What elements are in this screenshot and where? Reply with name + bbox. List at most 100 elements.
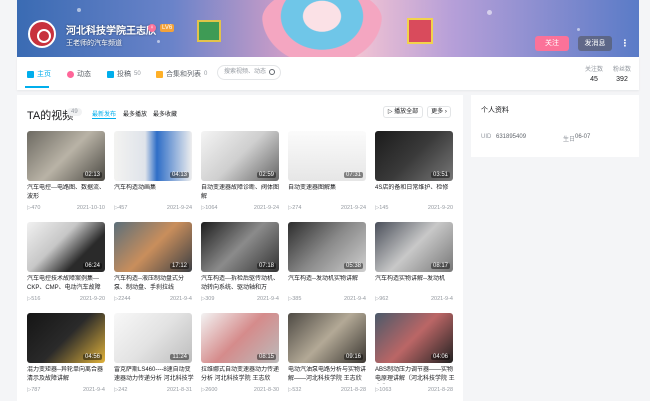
play-count: 385 [288,296,301,302]
video-card[interactable]: 04:56 混力变矩器--异轮单向离合器清示及故障讲解 787 2021-9-4 [27,313,107,393]
video-title[interactable]: 拉维娜式自动变速器动力传递分析 河北科技学院 王志欣 [201,366,281,384]
video-duration: 17:12 [169,263,189,269]
video-title[interactable]: 汽车构造--发动机实物讲解 [288,275,368,293]
video-card[interactable]: 05:38 汽车构造--发动机实物讲解 385 2021-9-4 [288,222,368,302]
gift-box-decoration [407,18,433,44]
video-title[interactable]: 电动汽油泵电路分析与实物讲解——河北科技学院 王志欣 [288,366,368,384]
video-thumbnail[interactable]: 17:12 [114,222,192,272]
video-thumbnail[interactable]: 07:18 [201,222,279,272]
followers-stat[interactable]: 粉丝数 392 [613,64,631,83]
play-count: 787 [27,387,40,393]
tab-dynamic[interactable]: 动态 [67,69,91,79]
following-stat[interactable]: 关注数 45 [585,64,603,83]
video-card[interactable]: 07:31 自动变速器图解集 274 2021-9-24 [288,131,368,211]
follow-button[interactable]: 关注 [535,36,569,51]
video-thumbnail[interactable]: 06:24 [27,222,105,272]
avatar[interactable] [28,20,56,48]
video-thumbnail[interactable]: 02:59 [201,131,279,181]
video-thumbnail[interactable]: 04:13 [114,131,192,181]
video-card[interactable]: 03:51 4S店的备和日常维护、检修 145 2021-9-20 [375,131,455,211]
video-card[interactable]: 04:13 汽车构造动画集 457 2021-9-24 [114,131,194,211]
video-thumbnail[interactable]: 05:38 [288,222,366,272]
video-date: 2021-8-28 [427,387,453,393]
uid-label: UID [481,134,492,140]
video-title[interactable]: 汽车电控---电路图、数据流、波形 [27,184,107,202]
more-options-icon[interactable]: ⋮ [618,36,632,51]
video-card[interactable]: 08:17 汽车构造实物讲解--发动机 962 2021-9-4 [375,222,455,302]
video-thumbnail[interactable]: 08:15 [201,313,279,363]
video-date: 2021-9-4 [343,296,366,302]
video-duration: 02:13 [82,172,102,178]
video-date: 2021-9-20 [79,296,105,302]
play-count: 145 [375,205,388,211]
sort-tab-most-played[interactable]: 最多播放 [123,109,147,118]
video-title[interactable]: 雷克萨斯LS460----8速自动变速器动力传递分析 河北科技学 [114,366,194,384]
video-thumbnail[interactable]: 04:56 [27,313,105,363]
video-thumbnail[interactable]: 11:24 [114,313,192,363]
video-thumbnail[interactable]: 08:17 [375,222,453,272]
video-duration: 08:15 [256,354,276,360]
video-title[interactable]: 汽车构造--液压制动盘式分泵、制动盘、手刹拉线 [114,275,194,293]
video-duration: 11:24 [170,354,189,360]
video-card[interactable]: 04:06 ABS制动压力调节器——实物电原理讲解（河北科技学院 王志欣 1063 2… [375,313,455,393]
video-thumbnail[interactable]: 03:51 [375,131,453,181]
profile-info-panel: 个人资料 UID 631895409 生日 06-07 [471,95,639,157]
user-sign: 王老师的汽车频道 [66,40,122,47]
video-title[interactable]: ABS制动压力调节器——实物电原理讲解（河北科技学院 王志欣 [375,366,455,384]
video-card[interactable]: 17:12 汽车构造--液压制动盘式分泵、制动盘、手刹拉线 2244 2021-9-4 [114,222,194,302]
video-card[interactable]: 06:24 汽车电控技术故障案例集---CKP、CMP、电动汽车故障 516 2021… [27,222,107,302]
active-tab-indicator [25,86,49,88]
level-badge: LV6 [160,24,175,32]
video-title[interactable]: 汽车构造动画集 [114,184,194,202]
tab-collections[interactable]: 合集和列表 0 [156,69,207,79]
video-title[interactable]: 汽车构造---拆检后驱传动机、动转向系统、驱动轴和万 [201,275,281,293]
message-button[interactable]: 发消息 [578,36,612,51]
tab-submissions[interactable]: 投稿 50 [107,69,141,79]
more-button[interactable]: 更多 › [427,106,451,118]
video-title[interactable]: 自动变速器故障诊断、阀体图解 [201,184,281,202]
video-card[interactable]: 11:24 雷克萨斯LS460----8速自动变速器动力传递分析 河北科技学 242… [114,313,194,393]
play-count: 1063 [375,387,391,393]
video-thumbnail[interactable]: 07:31 [288,131,366,181]
video-title[interactable]: 4S店的备和日常维护、检修 [375,184,455,202]
play-count: 309 [201,296,214,302]
video-card[interactable]: 07:18 汽车构造---拆检后驱传动机、动转向系统、驱动轴和万 309 2021-9… [201,222,281,302]
video-date: 2021-9-20 [427,205,453,211]
sort-tab-most-favorited[interactable]: 最多收藏 [153,109,177,118]
profile-title: 个人资料 [481,107,509,114]
search-icon[interactable] [269,69,275,75]
video-card[interactable]: 02:59 自动变速器故障诊断、阀体图解 1064 2021-9-24 [201,131,281,211]
play-all-button[interactable]: ▷ 播放全部 [383,106,423,118]
video-date: 2021-10-10 [76,205,105,211]
play-count: 1064 [201,205,217,211]
video-duration: 04:13 [169,172,189,178]
uid-value: 631895409 [496,134,527,140]
birthday-value: 06-07 [575,134,591,140]
home-icon [27,70,34,78]
search-input[interactable]: 搜索视频、动态 [217,65,281,80]
video-title[interactable]: 汽车构造实物讲解--发动机 [375,275,455,293]
profile-nav: 主页 动态 投稿 50 合集和列表 0 搜索视频、动态 关注数 45 粉丝数 392 [17,57,639,90]
video-title[interactable]: 自动变速器图解集 [288,184,368,202]
video-card[interactable]: 09:16 电动汽油泵电路分析与实物讲解——河北科技学院 王志欣 532 2021-8… [288,313,368,393]
video-date: 2021-8-31 [166,387,192,393]
video-title[interactable]: 混力变矩器--异轮单向离合器清示及故障讲解 [27,366,107,384]
sort-tab-latest[interactable]: 最新发布 [92,109,116,118]
collection-icon [156,70,163,78]
video-thumbnail[interactable]: 04:06 [375,313,453,363]
play-icon [107,70,114,78]
dynamic-icon [67,70,74,78]
video-thumbnail[interactable]: 02:13 [27,131,105,181]
video-card[interactable]: 02:13 汽车电控---电路图、数据流、波形 470 2021-10-10 [27,131,107,211]
video-duration: 08:17 [430,263,450,269]
video-duration: 09:16 [343,354,363,360]
video-date: 2021-8-30 [253,387,279,393]
play-count: 532 [288,387,301,393]
video-date: 2021-9-24 [253,205,279,211]
video-thumbnail[interactable]: 09:16 [288,313,366,363]
video-date: 2021-8-28 [340,387,366,393]
video-duration: 04:56 [82,354,102,360]
video-card[interactable]: 08:15 拉维娜式自动变速器动力传递分析 河北科技学院 王志欣 2600 2021-… [201,313,281,393]
video-title[interactable]: 汽车电控技术故障案例集---CKP、CMP、电动汽车故障 [27,275,107,293]
tab-home[interactable]: 主页 [27,69,51,79]
